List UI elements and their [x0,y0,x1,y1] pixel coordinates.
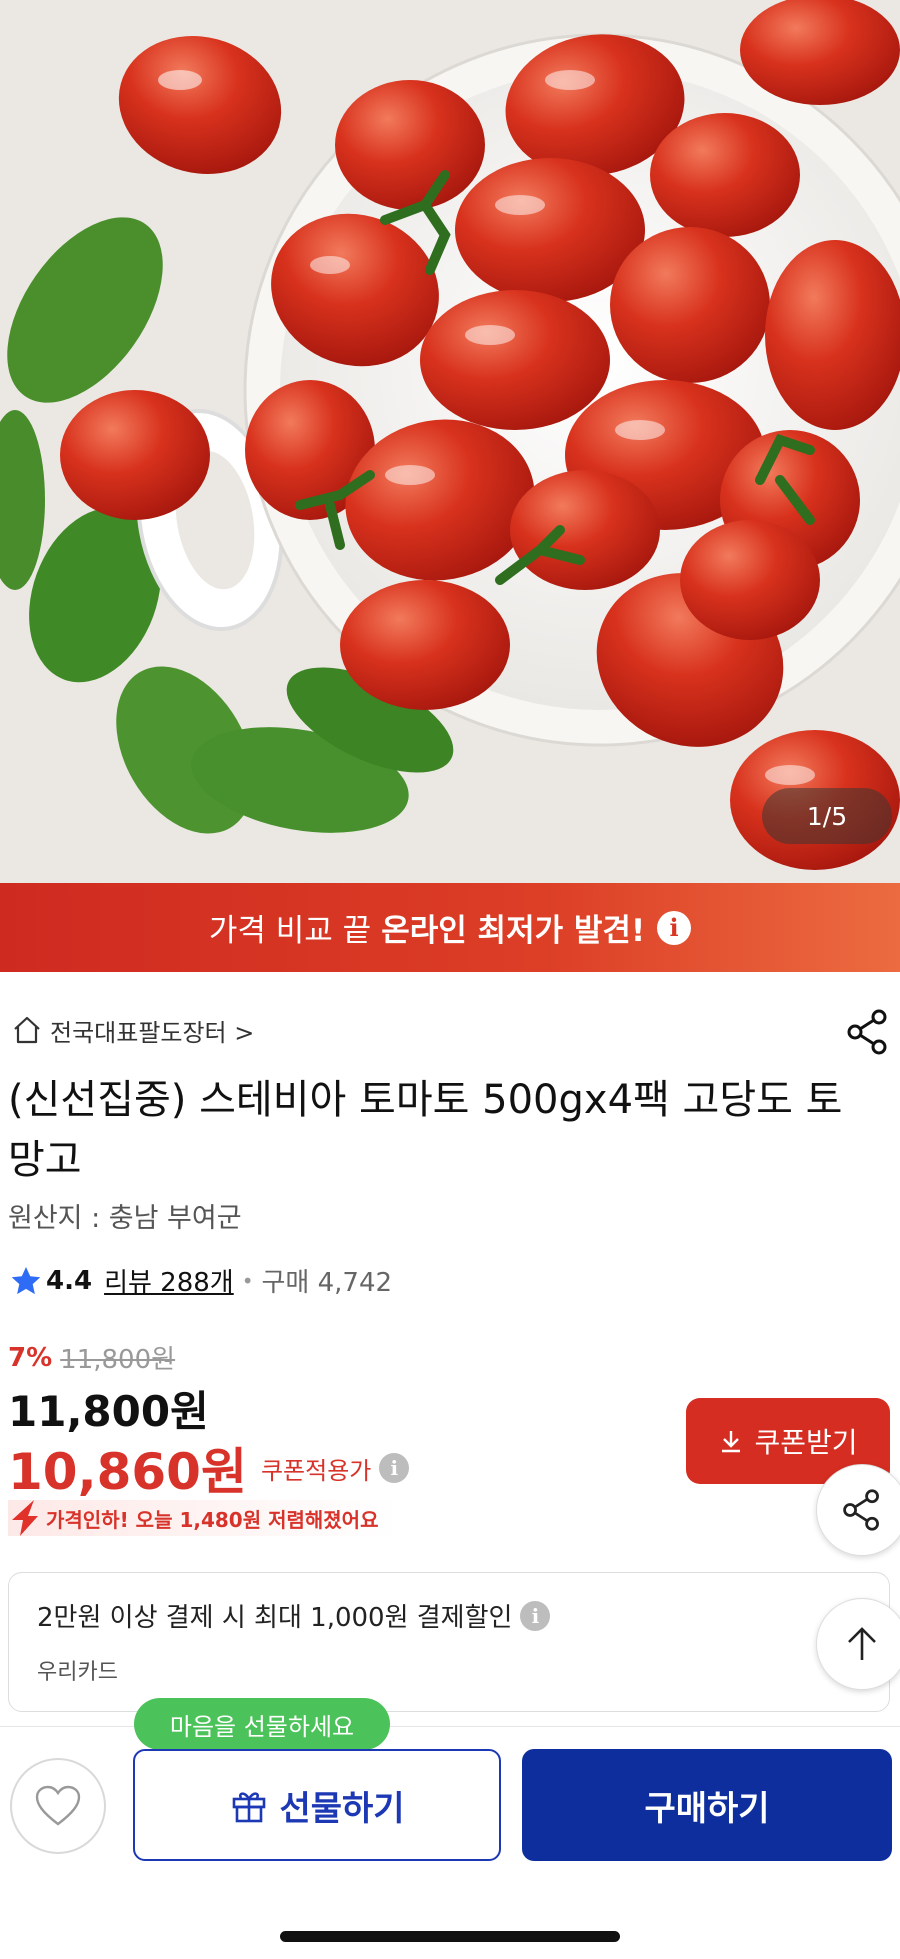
card-name: 우리카드 [37,1660,118,1685]
gift-button[interactable]: 선물하기 [133,1749,501,1861]
product-image-gallery[interactable]: 1/5 [0,0,900,883]
rating-score: 4.4 [46,1265,93,1296]
coupon-button-label: 쿠폰받기 [754,1427,858,1458]
discount-row: 7% 11,800원 [8,1339,175,1376]
gift-icon [233,1792,266,1823]
price-down-arrow-icon [12,1500,38,1536]
store-name: 전국대표팔도장터 > [50,1018,255,1047]
coupon-price: 10,860원 [8,1443,247,1501]
review-count-link[interactable]: 리뷰 288개 [104,1262,234,1299]
info-icon[interactable]: i [657,910,692,945]
card-discount-box[interactable]: 2만원 이상 결제 시 최대 1,000원 결제할인 i 우리카드 [8,1572,890,1712]
store-link[interactable]: 전국대표팔도장터 > [10,1012,254,1048]
card-discount-text: 2만원 이상 결제 시 최대 1,000원 결제할인 [37,1603,513,1633]
promo-text: 가격 비교 끝 [208,913,372,949]
product-origin: 원산지 : 충남 부여군 [8,1203,242,1234]
product-photo [0,0,900,883]
wishlist-button[interactable] [10,1758,106,1854]
home-indicator [280,1931,620,1942]
price-drop-notice: 가격인하! 오늘 1,480원 저렴해졌어요 [8,1500,399,1536]
purchase-count: 구매 4,742 [261,1268,393,1298]
coupon-price-label: 쿠폰적용가 [260,1456,372,1485]
price-drop-text: 가격인하! 오늘 1,480원 저렴해졌어요 [46,1507,379,1532]
sale-price: 11,800원 [8,1387,209,1436]
gallery-page-indicator: 1/5 [762,788,892,844]
arrow-up-icon [848,1627,876,1660]
buy-button[interactable]: 구매하기 [522,1749,892,1861]
original-price: 11,800원 [60,1345,176,1375]
coupon-price-row: 10,860원 쿠폰적용가 i [8,1432,410,1504]
gift-button-label: 선물하기 [279,1788,405,1829]
home-icon [14,1016,40,1044]
info-icon[interactable]: i [520,1600,551,1631]
star-icon [11,1266,41,1294]
share-icon[interactable] [846,1008,890,1056]
rating-row: 4.4 리뷰 288개 • 구매 4,742 [10,1262,392,1299]
promo-bold-text: 온라인 최저가 발견! [381,913,646,949]
discount-rate: 7% [8,1342,53,1373]
gift-tooltip: 마음을 선물하세요 [134,1698,390,1766]
lowest-price-banner[interactable]: 가격 비교 끝 온라인 최저가 발견! i [0,883,900,972]
heart-icon [35,1785,81,1826]
separator-dot: • [241,1268,254,1293]
scroll-to-top-button[interactable] [816,1598,900,1690]
download-icon [722,1431,741,1453]
floating-share-button[interactable] [816,1464,900,1556]
product-title: (신선집중) 스테비아 토마토 500gx4팩 고당도 토망고 [8,1077,843,1183]
info-icon[interactable]: i [379,1453,410,1483]
share-icon [843,1489,879,1531]
